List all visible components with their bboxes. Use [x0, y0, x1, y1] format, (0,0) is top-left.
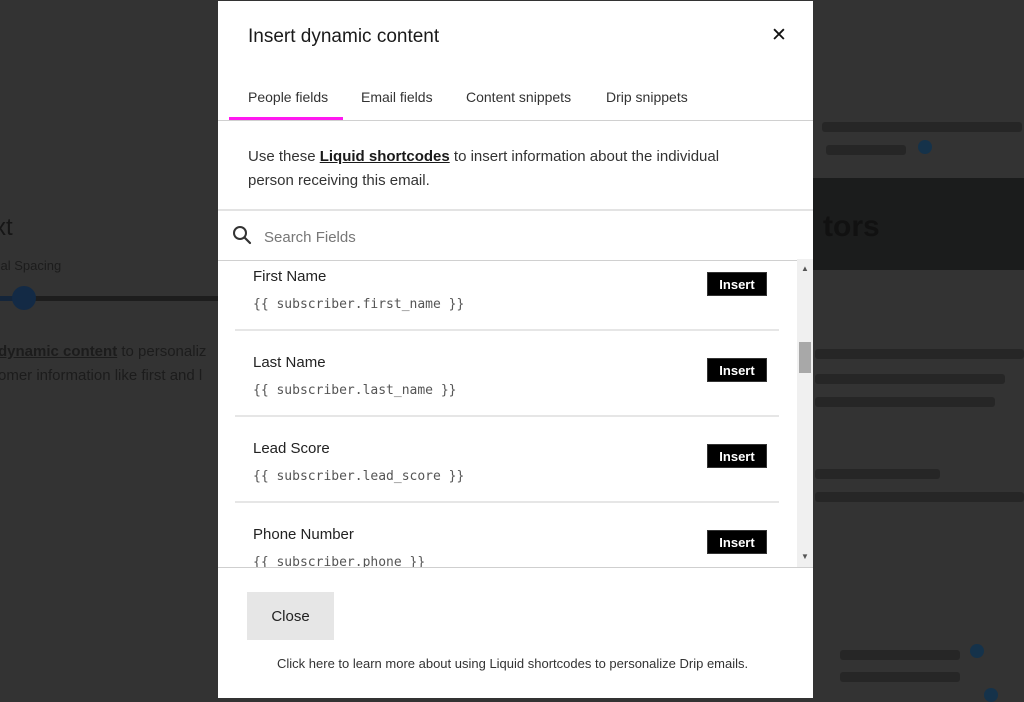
background-blurred-text [815, 397, 995, 407]
tab-drip-snippets[interactable]: Drip snippets [606, 89, 688, 105]
scroll-down-arrow-icon[interactable]: ▼ [797, 549, 813, 565]
background-heading: xt [0, 214, 13, 241]
background-info-dot [918, 140, 932, 154]
tab-people-fields[interactable]: People fields [228, 89, 344, 120]
list-scrollbar[interactable]: ▲ ▼ [797, 259, 813, 567]
field-name: Last Name [253, 354, 326, 371]
background-blurred-text [815, 374, 1005, 384]
fields-list: First Name {{ subscriber.first_name }} I… [218, 259, 813, 568]
insert-button[interactable]: Insert [707, 358, 767, 382]
background-dark-band: tors [813, 178, 1024, 270]
scroll-up-arrow-icon[interactable]: ▲ [797, 261, 813, 277]
field-code: {{ subscriber.last_name }} [253, 383, 457, 398]
tab-content-snippets[interactable]: Content snippets [466, 89, 571, 105]
background-text-line-2: omer information like first and l [0, 367, 203, 384]
background-blurred-text [815, 349, 1024, 359]
insert-button[interactable]: Insert [707, 272, 767, 296]
liquid-shortcodes-link[interactable]: Liquid shortcodes [320, 148, 450, 165]
background-spacing-label: cal Spacing [0, 258, 62, 273]
scroll-thumb[interactable] [799, 342, 811, 373]
search-bar [218, 209, 813, 261]
field-row-last-name: Last Name {{ subscriber.last_name }} Ins… [235, 331, 779, 417]
background-text-line-1: dynamic content to personaliz [0, 343, 206, 360]
intro-text: Use these Liquid shortcodes to insert in… [248, 145, 768, 193]
insert-button[interactable]: Insert [707, 530, 767, 554]
intro-before: Use these [248, 148, 320, 165]
close-icon[interactable]: ✕ [769, 25, 789, 47]
field-code: {{ subscriber.first_name }} [253, 297, 465, 312]
field-row-first-name: First Name {{ subscriber.first_name }} I… [235, 259, 779, 331]
field-name: Phone Number [253, 526, 354, 543]
background-slider-thumb [12, 286, 36, 310]
background-text-rest: to personaliz [117, 343, 207, 360]
background-blurred-text [840, 650, 960, 660]
close-button[interactable]: Close [247, 592, 334, 640]
field-name: Lead Score [253, 440, 330, 457]
field-code: {{ subscriber.lead_score }} [253, 469, 465, 484]
field-row-phone-number: Phone Number {{ subscriber.phone }} Inse… [235, 503, 779, 568]
background-blurred-text [826, 145, 906, 155]
background-blurred-text [815, 469, 940, 479]
background-dynamic-content-link: dynamic content [0, 343, 118, 360]
field-name: First Name [253, 268, 327, 285]
field-code: {{ subscriber.phone }} [253, 555, 426, 568]
tab-bar: People fields Email fields Content snipp… [218, 79, 813, 121]
search-icon [233, 226, 252, 245]
field-row-lead-score: Lead Score {{ subscriber.lead_score }} I… [235, 417, 779, 503]
dialog-title: Insert dynamic content [248, 26, 440, 47]
background-blurred-text [840, 672, 960, 682]
background-blurred-text [822, 122, 1022, 132]
background-info-dot [970, 644, 984, 658]
tab-email-fields[interactable]: Email fields [361, 89, 433, 105]
insert-dynamic-content-dialog: Insert dynamic content ✕ People fields E… [218, 1, 813, 698]
search-fields-input[interactable] [262, 221, 786, 253]
background-info-dot [984, 688, 998, 702]
learn-more-link[interactable]: Click here to learn more about using Liq… [277, 656, 748, 671]
background-blurred-text [815, 492, 1024, 502]
insert-button[interactable]: Insert [707, 444, 767, 468]
background-band-text: tors [823, 210, 880, 243]
